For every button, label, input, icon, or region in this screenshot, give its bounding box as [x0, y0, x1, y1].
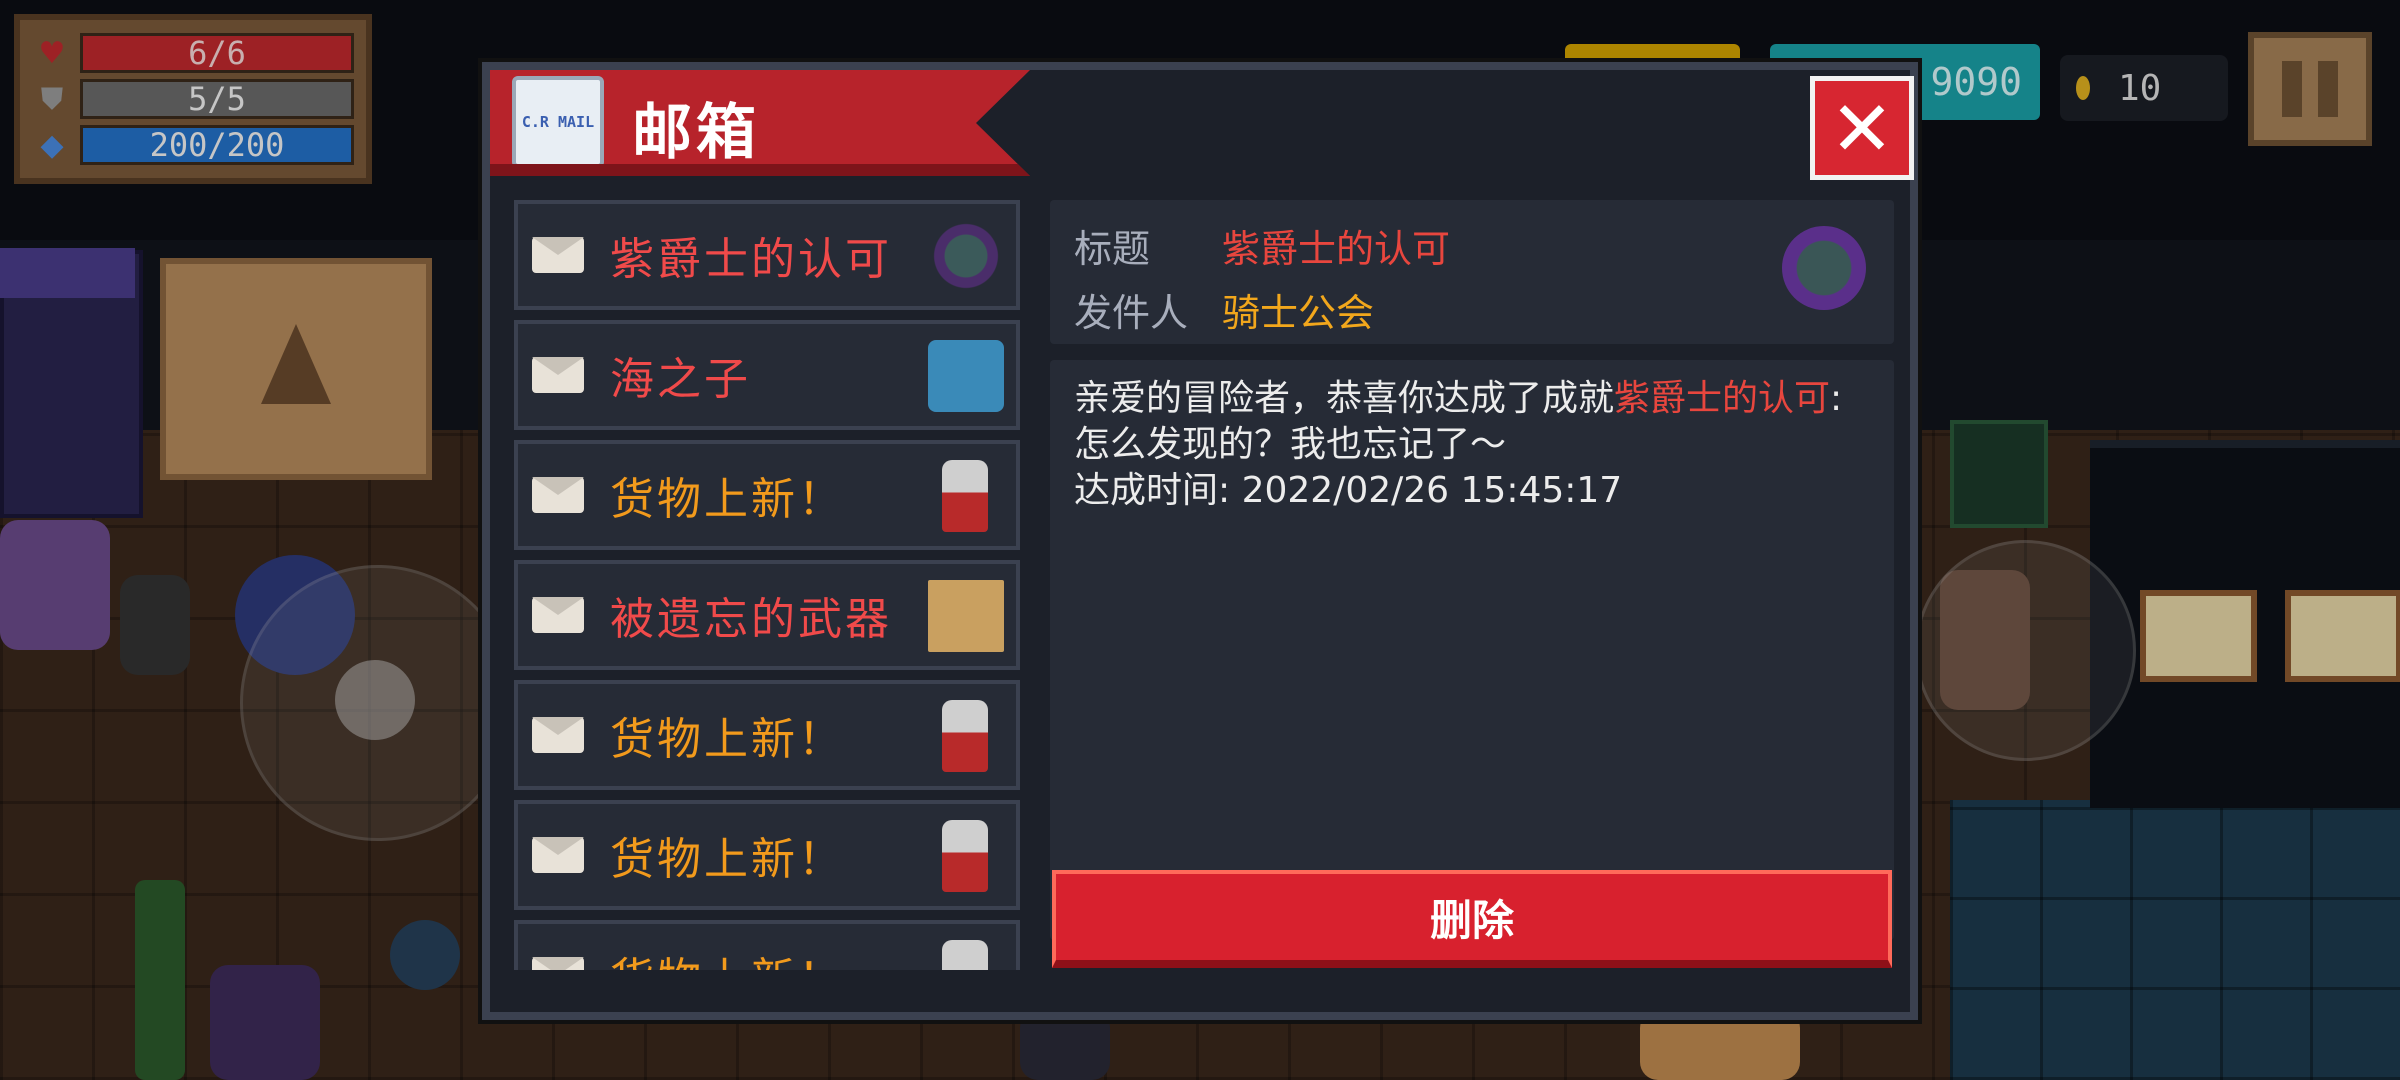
mail-item-title: 货物上新！ [610, 943, 845, 970]
mail-item-title: 货物上新！ [610, 714, 845, 765]
title-label: 标题 [1074, 227, 1151, 271]
mail-item[interactable]: 货物上新！ [514, 800, 1020, 910]
sender-label: 发件人 [1074, 291, 1189, 335]
mailbox-panel: C.R MAIL 邮箱 ✕ 紫爵士的认可 海之子 货物上新！ 被遗忘的武器 货物… [482, 62, 1918, 1020]
mail-item-title: 货物上新！ [610, 834, 845, 885]
knight-avatar-icon [1782, 226, 1866, 310]
body-prefix: 亲爱的冒险者，恭喜你达成了成就 [1074, 378, 1615, 419]
mail-list[interactable]: 紫爵士的认可 海之子 货物上新！ 被遗忘的武器 货物上新！ 货物上新！ [514, 200, 1020, 970]
panel-title: 邮箱 [632, 98, 760, 168]
sea-child-icon [928, 340, 1004, 412]
merchant-icon [942, 700, 988, 772]
mail-item[interactable]: 货物上新！ [514, 920, 1020, 970]
mail-envelope-icon: C.R MAIL [512, 76, 604, 168]
mail-item[interactable]: 被遗忘的武器 [514, 560, 1020, 670]
achievement-name: 紫爵士的认可 [1614, 378, 1831, 419]
opened-envelope-icon [532, 357, 584, 393]
merchant-icon [942, 940, 988, 970]
mail-item-title: 被遗忘的武器 [610, 594, 892, 645]
mail-item-title: 货物上新！ [610, 474, 845, 525]
mail-item-title: 紫爵士的认可 [610, 234, 892, 285]
mail-body: 亲爱的冒险者，恭喜你达成了成就紫爵士的认可:怎么发现的？我也忘记了～ 达成时间:… [1050, 360, 1894, 940]
opened-envelope-icon [532, 597, 584, 633]
opened-envelope-icon [532, 957, 584, 970]
weapon-map-icon [928, 580, 1004, 652]
mail-body-text: 亲爱的冒险者，恭喜你达成了成就紫爵士的认可:怎么发现的？我也忘记了～ 达成时间:… [1074, 376, 1874, 514]
mail-item[interactable]: 紫爵士的认可 [514, 200, 1020, 310]
merchant-icon [942, 820, 988, 892]
opened-envelope-icon [532, 837, 584, 873]
mail-item[interactable]: 海之子 [514, 320, 1020, 430]
opened-envelope-icon [532, 477, 584, 513]
delete-button[interactable]: 删除 [1052, 870, 1892, 968]
title-value: 紫爵士的认可 [1222, 227, 1451, 271]
opened-envelope-icon [532, 237, 584, 273]
mail-item[interactable]: 货物上新！ [514, 440, 1020, 550]
achieved-time: 达成时间: 2022/02/26 15:45:17 [1074, 470, 1623, 511]
knight-icon [928, 220, 1004, 292]
mail-item-title: 海之子 [610, 354, 751, 405]
mail-header: 标题 紫爵士的认可 发件人 骑士公会 [1050, 200, 1894, 344]
merchant-icon [942, 460, 988, 532]
mail-item[interactable]: 货物上新！ [514, 680, 1020, 790]
close-button[interactable]: ✕ [1810, 76, 1914, 180]
title-ribbon: C.R MAIL 邮箱 [490, 70, 1030, 176]
opened-envelope-icon [532, 717, 584, 753]
sender-value: 骑士公会 [1222, 291, 1375, 335]
